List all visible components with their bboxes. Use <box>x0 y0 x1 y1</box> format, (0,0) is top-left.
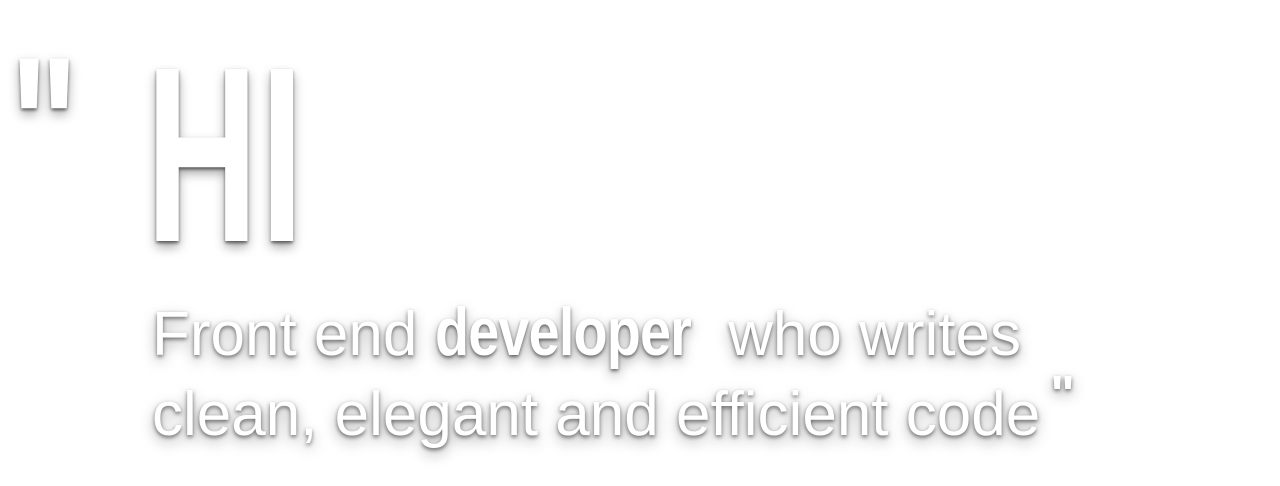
tagline-text-line2: clean, elegant and efficient code <box>152 380 1041 449</box>
tagline-text-after: who writes <box>728 300 1021 369</box>
greeting-heading: HI <box>146 15 306 294</box>
close-quote-mark: " <box>1050 366 1075 424</box>
tagline-text-before: Front end <box>152 300 418 369</box>
tagline-line-2: clean, elegant and efficient code " <box>152 366 1252 455</box>
tagline-line-1: Front end developer who writes <box>152 292 1252 375</box>
tagline: Front end developer who writes clean, el… <box>152 292 1252 455</box>
tagline-emphasis: developer <box>434 294 692 370</box>
hero-section: " HI Front end developer who writes clea… <box>0 0 1280 486</box>
open-quote-mark: " <box>10 16 78 239</box>
